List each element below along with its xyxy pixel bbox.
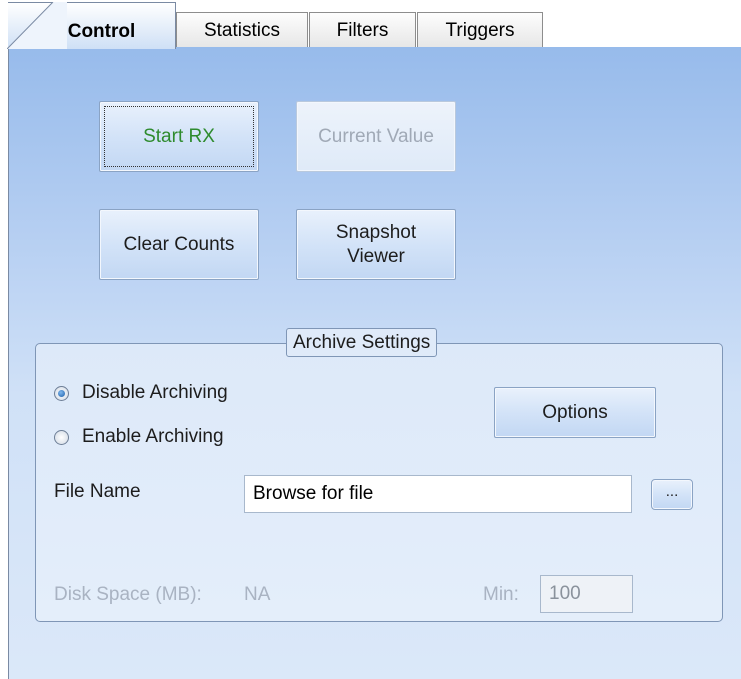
enable-archiving-label: Enable Archiving bbox=[82, 426, 224, 447]
file-name-input[interactable] bbox=[244, 475, 632, 513]
disable-archiving-radio[interactable]: Disable Archiving bbox=[54, 382, 228, 404]
start-rx-label: Start RX bbox=[143, 125, 215, 147]
tab-label: Control bbox=[67, 21, 136, 42]
current-value-label: Current Value bbox=[318, 125, 434, 147]
current-value-button[interactable]: Current Value bbox=[296, 101, 456, 172]
radio-unchecked-icon[interactable] bbox=[54, 429, 69, 445]
snapshot-viewer-label-line1: Snapshot bbox=[335, 221, 417, 243]
tab-slant-decoration bbox=[7, 2, 67, 49]
radio-checked-icon[interactable] bbox=[54, 385, 69, 401]
start-rx-button[interactable]: Start RX bbox=[99, 101, 259, 172]
disk-space-label: Disk Space (MB): bbox=[54, 584, 202, 605]
snapshot-viewer-button[interactable]: Snapshot Viewer bbox=[296, 209, 456, 280]
disk-space-value: NA bbox=[244, 584, 271, 605]
browse-label: ... bbox=[665, 482, 679, 500]
options-button[interactable]: Options bbox=[494, 387, 656, 438]
tab-statistics[interactable]: Statistics bbox=[176, 12, 308, 48]
tab-label: Statistics bbox=[203, 20, 281, 41]
clear-counts-button[interactable]: Clear Counts bbox=[99, 209, 259, 280]
options-label: Options bbox=[542, 401, 608, 423]
clear-counts-label: Clear Counts bbox=[123, 233, 235, 255]
tab-filters[interactable]: Filters bbox=[309, 12, 416, 48]
file-name-label: File Name bbox=[54, 481, 141, 502]
tab-control[interactable]: Control bbox=[7, 2, 176, 49]
min-space-input[interactable] bbox=[540, 575, 633, 613]
tab-strip: Control Statistics Filters Triggers bbox=[0, 0, 741, 49]
tab-label: Triggers bbox=[445, 20, 515, 41]
min-label: Min: bbox=[483, 584, 519, 605]
snapshot-viewer-label-line2: Viewer bbox=[347, 245, 405, 267]
archive-settings-title: Archive Settings bbox=[286, 328, 438, 357]
disable-archiving-label: Disable Archiving bbox=[82, 382, 228, 403]
tab-label: Filters bbox=[336, 20, 389, 41]
tab-triggers[interactable]: Triggers bbox=[417, 12, 543, 48]
browse-button[interactable]: ... bbox=[651, 479, 693, 510]
enable-archiving-radio[interactable]: Enable Archiving bbox=[54, 426, 224, 448]
